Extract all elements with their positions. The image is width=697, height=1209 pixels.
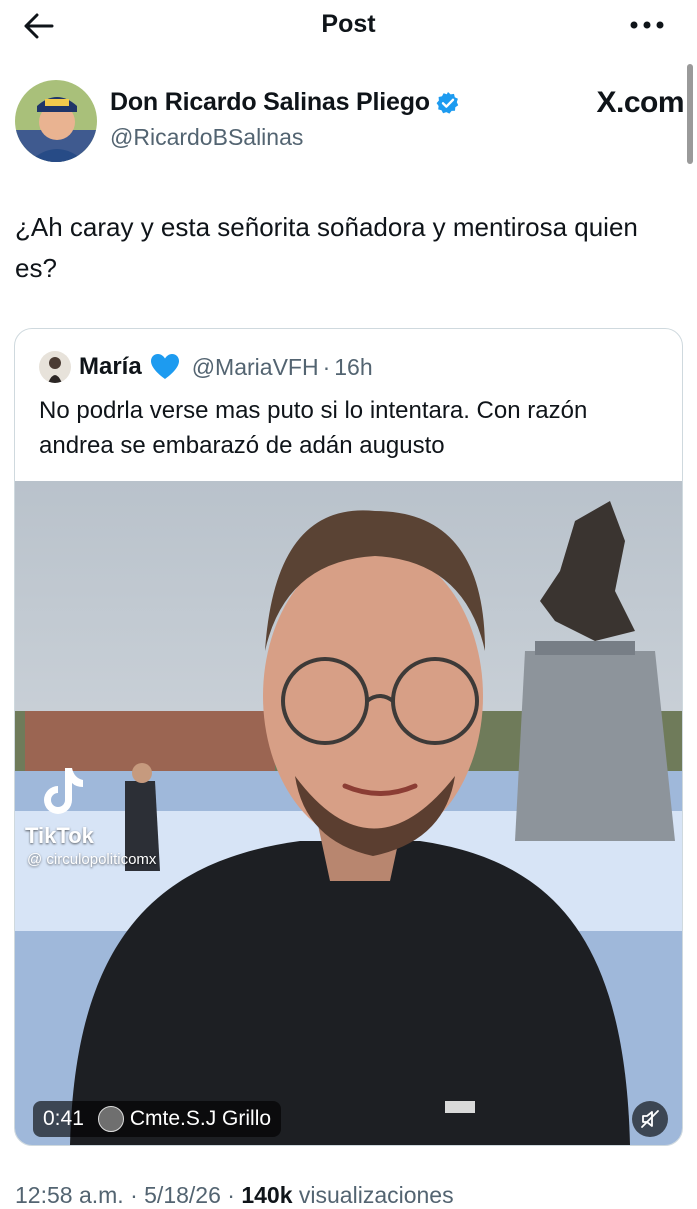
post-time: 12:58 a.m. [15,1182,124,1208]
mute-button[interactable] [632,1101,668,1137]
video-duration: 0:41 [43,1107,84,1130]
quoted-avatar[interactable] [39,351,71,383]
author-handle[interactable]: @RicardoBSalinas [110,124,303,151]
video-frame [15,481,682,1145]
muted-speaker-icon [641,1110,659,1128]
quoted-post-text: No podrla verse mas puto si lo intentara… [39,397,588,459]
quoted-post[interactable]: María @MariaVFH · 16h No podrla verse ma… [14,328,683,1146]
scrollbar[interactable] [687,64,693,164]
post-text: ¿Ah caray y esta señorita soñadora y men… [15,212,638,283]
dot-separator: · [130,1182,138,1208]
x-com-watermark: X.com [596,86,684,119]
blue-heart-icon [150,354,179,379]
channel-name[interactable]: Cmte.S.J Grillo [130,1107,271,1131]
post-date: 5/18/26 [144,1182,221,1208]
post-meta: 12:58 a.m. · 5/18/26 · 140k visualizacio… [15,1182,454,1209]
tiktok-label: TikTok [25,823,94,848]
quoted-author-name[interactable]: María [79,353,142,381]
quoted-post-time[interactable]: 16h [334,354,372,381]
avatar[interactable] [15,80,97,162]
more-icon [630,21,664,29]
quoted-author-handle[interactable]: @MariaVFH [192,354,319,381]
page-title: Post [321,10,376,38]
author-name[interactable]: Don Ricardo Salinas Pliego [110,88,430,117]
tiktok-logo-icon [44,768,83,814]
channel-icon [97,1106,124,1132]
tiktok-username: @ circulopoliticomx [27,851,157,868]
dot-separator: · [322,353,331,380]
views-label: visualizaciones [298,1182,454,1208]
top-bar: Post [0,0,697,52]
video-info-pill: 0:41 Cmte.S.J Grillo [33,1101,282,1137]
verified-badge-icon [436,91,459,114]
more-button[interactable] [627,10,667,40]
video-player[interactable]: TikTok @ circulopoliticomx 0:41 Cmte.S.J… [15,481,682,1145]
post-author: Don Ricardo Salinas Pliego @RicardoBSali… [15,80,685,170]
dot-separator: · [227,1182,235,1208]
views-count: 140k [241,1182,293,1208]
